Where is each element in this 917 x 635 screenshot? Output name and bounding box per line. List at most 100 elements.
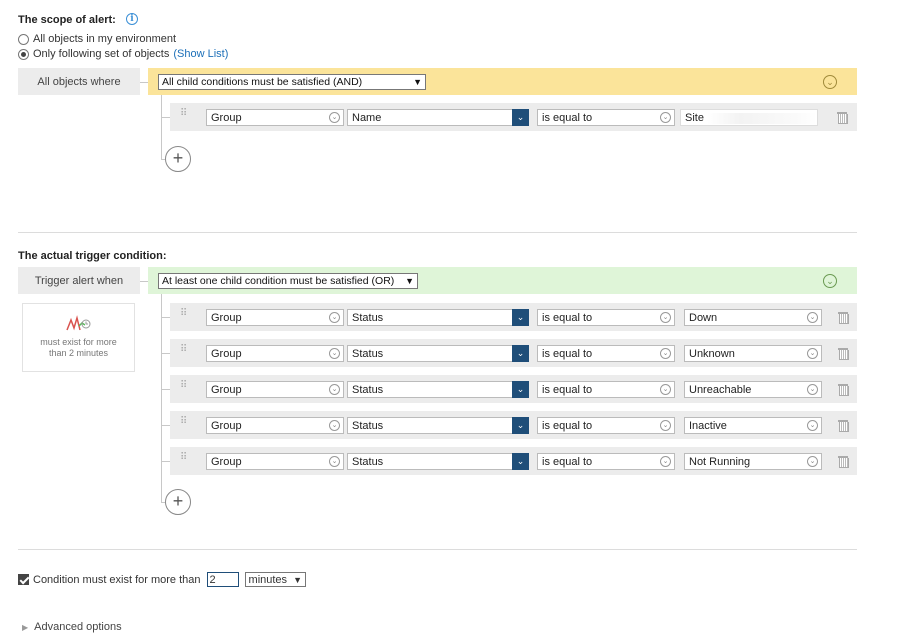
- trigger-when-text: Trigger alert when: [34, 274, 124, 287]
- trigger-logic-bar: At least one child condition must be sat…: [148, 267, 857, 294]
- trash-icon[interactable]: [838, 455, 849, 468]
- property-select[interactable]: Status ⌄: [347, 345, 529, 362]
- tree-line: [161, 461, 170, 462]
- trash-icon[interactable]: [838, 311, 849, 324]
- operator-select[interactable]: is equal to ⌄: [537, 309, 675, 326]
- value-input[interactable]: Site: [680, 109, 818, 126]
- trash-icon[interactable]: [838, 383, 849, 396]
- drag-handle-icon[interactable]: ⠿: [180, 309, 188, 319]
- radio-following-objects[interactable]: [18, 48, 29, 60]
- chevron-down-icon: ⌄: [512, 309, 529, 326]
- chevron-down-icon: ⌄: [660, 456, 671, 467]
- duration-unit-select[interactable]: minutes ▼: [244, 572, 306, 587]
- chevron-down-icon: ⌄: [660, 348, 671, 359]
- show-list-link[interactable]: (Show List): [173, 48, 228, 60]
- property-value: Status: [352, 419, 384, 432]
- trigger-logic-select[interactable]: At least one child condition must be sat…: [158, 272, 418, 289]
- object-type-select[interactable]: Group ⌄: [206, 345, 344, 362]
- drag-handle-icon[interactable]: ⠿: [180, 109, 188, 119]
- object-type-select[interactable]: Group ⌄: [206, 309, 344, 326]
- value-select[interactable]: Down ⌄: [684, 309, 822, 326]
- operator-value: is equal to: [542, 383, 593, 396]
- scope-condition-row: ⠿ Group ⌄ Name ⌄ is equal to ⌄ Site: [170, 103, 857, 131]
- add-condition-button[interactable]: +: [165, 146, 191, 172]
- duration-value-input[interactable]: 2: [206, 572, 239, 587]
- operator-select[interactable]: is equal to ⌄: [537, 453, 675, 470]
- add-condition-button[interactable]: +: [165, 489, 191, 515]
- duration-unit-value: minutes: [248, 573, 288, 586]
- property-select[interactable]: Status ⌄: [347, 453, 529, 470]
- chevron-down-icon: ⌄: [512, 381, 529, 398]
- value-select[interactable]: Not Running ⌄: [684, 453, 822, 470]
- property-select[interactable]: Name ⌄: [347, 109, 529, 126]
- operator-select[interactable]: is equal to ⌄: [537, 345, 675, 362]
- info-icon[interactable]: i: [126, 13, 138, 25]
- radio-all-objects[interactable]: [18, 33, 29, 45]
- value-select[interactable]: Unreachable ⌄: [684, 381, 822, 398]
- redacted-region: [707, 113, 817, 124]
- operator-select[interactable]: is equal to ⌄: [537, 109, 675, 126]
- object-type-select[interactable]: Group ⌄: [206, 417, 344, 434]
- collapse-icon[interactable]: ⌄: [823, 274, 837, 288]
- property-value: Name: [352, 111, 382, 124]
- scope-option-all-label: All objects in my environment: [33, 33, 177, 45]
- operator-value: is equal to: [542, 419, 593, 432]
- property-value: Status: [352, 455, 384, 468]
- scope-option-following[interactable]: Only following set of objects (Show List…: [18, 48, 228, 60]
- trash-icon[interactable]: [838, 347, 849, 360]
- tree-connector: [140, 281, 148, 282]
- chevron-down-icon: ⌄: [807, 312, 818, 323]
- value-select[interactable]: Unknown ⌄: [684, 345, 822, 362]
- scope-option-all[interactable]: All objects in my environment: [18, 33, 176, 45]
- trigger-condition-row: ⠿ Group ⌄ Status ⌄ is equal to ⌄ Inactiv…: [170, 411, 857, 439]
- duration-checkbox[interactable]: [18, 574, 29, 585]
- trigger-condition-row: ⠿ Group ⌄ Status ⌄ is equal to ⌄ Unknown…: [170, 339, 857, 367]
- scope-option-following-label: Only following set of objects: [33, 48, 170, 60]
- trigger-title-text: The actual trigger condition:: [18, 250, 167, 262]
- tree-line: [161, 317, 170, 318]
- collapse-icon[interactable]: ⌄: [823, 75, 837, 89]
- chevron-down-icon: ⌄: [329, 348, 340, 359]
- trigger-condition-row: ⠿ Group ⌄ Status ⌄ is equal to ⌄ Unreach…: [170, 375, 857, 403]
- trigger-summary-card: must exist for more than 2 minutes: [22, 303, 135, 372]
- drag-handle-icon[interactable]: ⠿: [180, 417, 188, 427]
- chevron-down-icon: ⌄: [329, 112, 340, 123]
- chevron-down-icon: ⌄: [660, 312, 671, 323]
- drag-handle-icon[interactable]: ⠿: [180, 345, 188, 355]
- value-text: Site: [685, 111, 704, 124]
- operator-select[interactable]: is equal to ⌄: [537, 417, 675, 434]
- chevron-down-icon: ⌄: [329, 312, 340, 323]
- trash-icon[interactable]: [837, 111, 848, 124]
- trigger-summary-text: must exist for more than 2 minutes: [40, 337, 117, 358]
- advanced-options-toggle[interactable]: ▶ Advanced options: [22, 621, 122, 633]
- trigger-condition-row: ⠿ Group ⌄ Status ⌄ is equal to ⌄ Down ⌄: [170, 303, 857, 331]
- chevron-down-icon: ⌄: [512, 109, 529, 126]
- object-type-value: Group: [211, 111, 242, 124]
- value-select[interactable]: Inactive ⌄: [684, 417, 822, 434]
- chevron-down-icon: ▼: [405, 275, 414, 286]
- object-type-select[interactable]: Group ⌄: [206, 381, 344, 398]
- trash-icon[interactable]: [838, 419, 849, 432]
- property-select[interactable]: Status ⌄: [347, 309, 529, 326]
- chevron-down-icon: ▼: [293, 574, 302, 585]
- tree-line: [161, 95, 162, 117]
- drag-handle-icon[interactable]: ⠿: [180, 453, 188, 463]
- chevron-down-icon: ⌄: [329, 384, 340, 395]
- tree-line: [161, 425, 170, 426]
- object-type-select[interactable]: Group ⌄: [206, 109, 344, 126]
- tree-line: [161, 294, 162, 502]
- chevron-right-icon: ▶: [22, 622, 29, 632]
- property-select[interactable]: Status ⌄: [347, 381, 529, 398]
- trigger-logic-select-value: At least one child condition must be sat…: [162, 274, 395, 287]
- trigger-when-label: Trigger alert when: [18, 267, 140, 294]
- duration-row: Condition must exist for more than 2 min…: [18, 572, 306, 587]
- scope-logic-bar: All child conditions must be satisfied (…: [148, 68, 857, 95]
- drag-handle-icon[interactable]: ⠿: [180, 381, 188, 391]
- chevron-down-icon: ⌄: [512, 453, 529, 470]
- property-select[interactable]: Status ⌄: [347, 417, 529, 434]
- chevron-down-icon: ▼: [413, 76, 422, 87]
- operator-select[interactable]: is equal to ⌄: [537, 381, 675, 398]
- object-type-select[interactable]: Group ⌄: [206, 453, 344, 470]
- scope-logic-select[interactable]: All child conditions must be satisfied (…: [158, 73, 426, 90]
- chevron-down-icon: ⌄: [807, 456, 818, 467]
